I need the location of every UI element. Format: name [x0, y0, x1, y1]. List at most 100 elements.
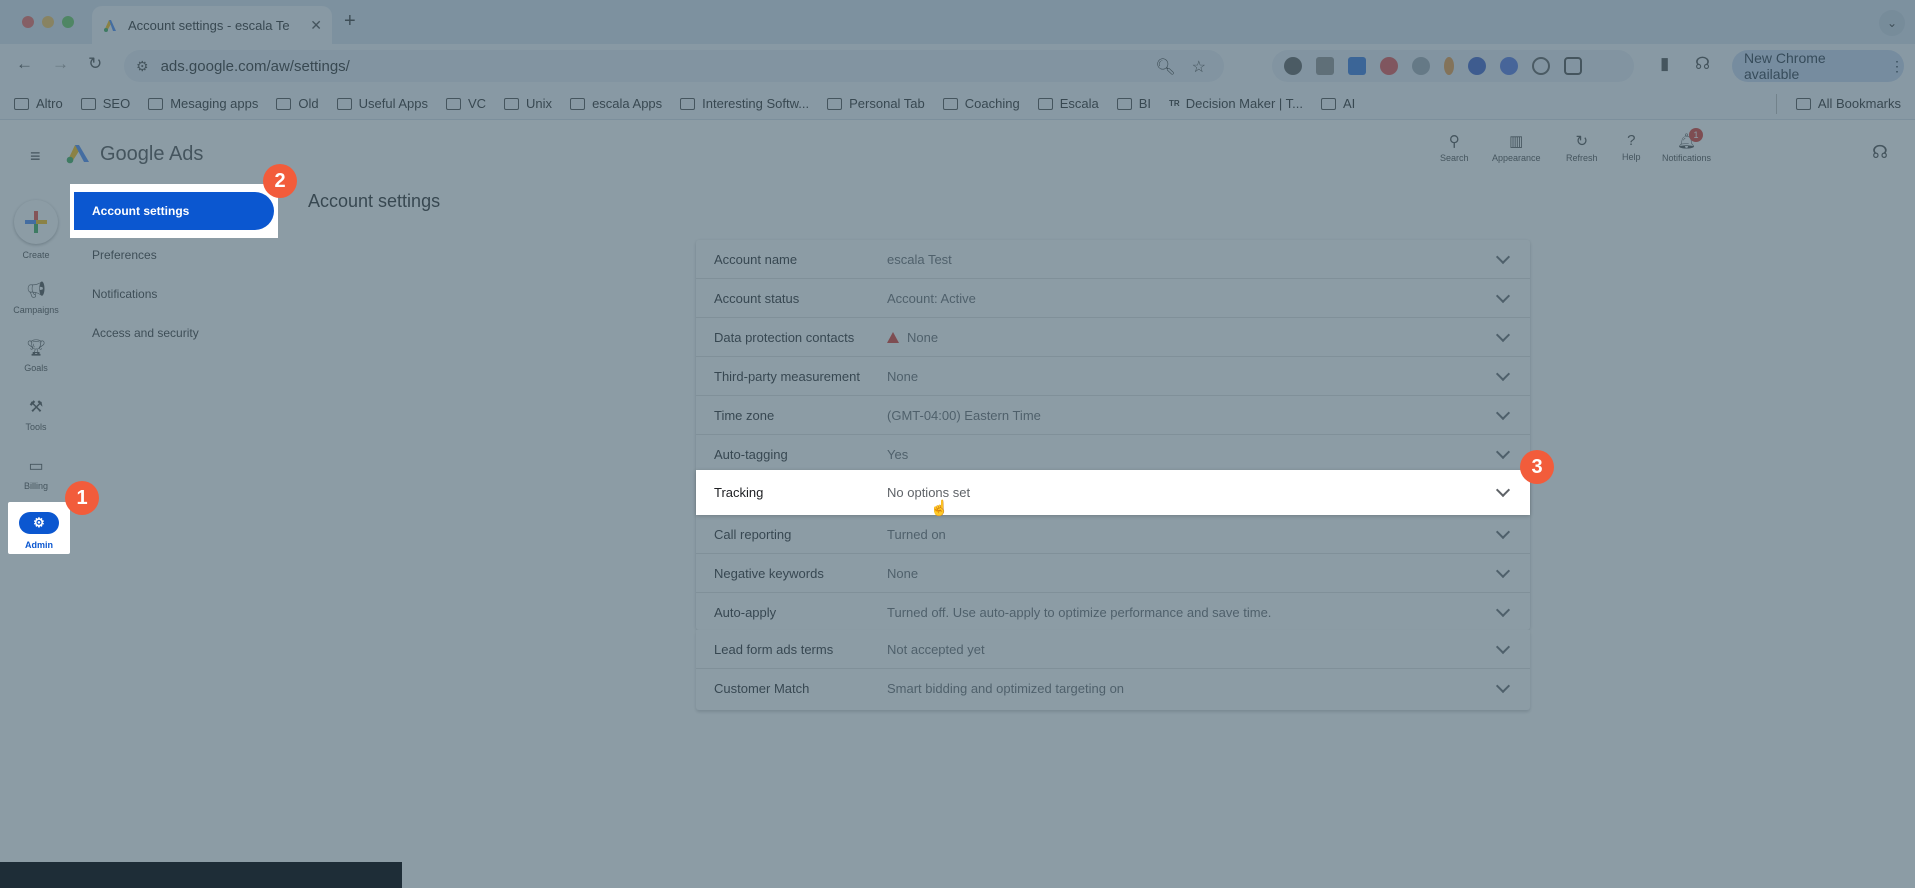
appearance-icon: ▥: [1509, 133, 1524, 150]
close-tab-icon[interactable]: ✕: [310, 17, 322, 34]
bookmark-coaching[interactable]: Coaching: [942, 96, 1020, 111]
more-menu-icon[interactable]: ⋮: [1890, 58, 1904, 75]
browser-tab[interactable]: Account settings - escala Te ✕: [92, 6, 332, 44]
chevron-down-icon: [1495, 249, 1511, 265]
setting-label: Tracking: [714, 485, 764, 500]
appearance-button[interactable]: ▥ Appearance: [1492, 132, 1541, 163]
reload-icon[interactable]: ↻: [88, 54, 102, 74]
setting-row-customer-match[interactable]: Customer Match Smart bidding and optimize…: [696, 669, 1530, 708]
bookmark-escala-apps[interactable]: escala Apps: [570, 96, 662, 111]
setting-row-lead-form-ads-terms[interactable]: Lead form ads terms Not accepted yet: [696, 630, 1530, 669]
back-icon[interactable]: ←: [16, 54, 33, 74]
extensions-puzzle-icon[interactable]: [1564, 57, 1582, 75]
bookmark-interesting-software[interactable]: Interesting Softw...: [680, 96, 809, 111]
app-name: Google Ads: [100, 143, 204, 165]
step-marker-1: 1: [65, 481, 99, 515]
subnav-access-and-security[interactable]: Access and security: [92, 326, 199, 340]
extension-3-icon[interactable]: [1348, 57, 1366, 75]
tab-search-icon[interactable]: ⌄: [1879, 10, 1905, 36]
warning-icon: [887, 331, 899, 343]
bookmark-decision-maker[interactable]: TR Decision Maker | T...: [1169, 96, 1303, 111]
subnav-notifications[interactable]: Notifications: [92, 287, 157, 301]
bookmark-unix[interactable]: Unix: [504, 96, 552, 111]
rail-campaigns[interactable]: 📢︎ Campaigns: [0, 280, 72, 315]
setting-label: Data protection contacts: [714, 329, 855, 345]
bookmark-label: Interesting Softw...: [702, 96, 810, 111]
bookmark-old[interactable]: Old: [276, 96, 319, 111]
extension-8-icon[interactable]: [1500, 57, 1518, 75]
extension-4-icon[interactable]: [1380, 57, 1398, 75]
plus-icon: [25, 211, 47, 233]
tab-title: Account settings - escala Te: [128, 17, 290, 33]
new-chrome-available-button[interactable]: New Chrome available ⋮: [1732, 50, 1904, 82]
all-bookmarks-label: All Bookmarks: [1817, 96, 1901, 111]
google-ads-page: ≡ Google Ads ⚲ Search ▥ Appearance ↻ Ref…: [0, 120, 1915, 888]
extension-9-icon[interactable]: [1532, 57, 1550, 75]
setting-row-third-party-measurement[interactable]: Third-party measurement None: [696, 357, 1530, 396]
setting-label: Negative keywords: [714, 565, 824, 581]
setting-row-negative-keywords[interactable]: Negative keywords None: [696, 554, 1530, 593]
site-info-icon[interactable]: ⚙: [136, 58, 149, 75]
profile-icon[interactable]: ☊: [1695, 54, 1710, 74]
minimize-window-icon[interactable]: [42, 16, 54, 28]
all-bookmarks-button[interactable]: All Bookmarks: [1795, 96, 1901, 111]
folder-icon: [336, 97, 352, 110]
new-tab-button[interactable]: +: [344, 10, 356, 33]
bookmark-ai[interactable]: AI: [1321, 96, 1355, 111]
bookmark-altro[interactable]: Altro: [14, 96, 63, 111]
extension-7-icon[interactable]: [1468, 57, 1486, 75]
setting-row-data-protection-contacts[interactable]: Data protection contacts None: [696, 318, 1530, 357]
bookmark-useful-apps[interactable]: Useful Apps: [336, 96, 428, 111]
folder-icon: [1037, 97, 1053, 110]
bookmark-bi[interactable]: BI: [1116, 96, 1151, 111]
rail-goals[interactable]: 🏆︎ Goals: [0, 338, 72, 373]
create-plus-icon[interactable]: [14, 200, 58, 244]
refresh-button[interactable]: ↻ Refresh: [1566, 132, 1598, 163]
setting-row-call-reporting[interactable]: Call reporting Turned on: [696, 515, 1530, 554]
setting-row-tracking[interactable]: Tracking No options set: [696, 470, 1530, 515]
help-button[interactable]: ? Help: [1622, 132, 1641, 162]
bookmark-messaging-apps[interactable]: Mesaging apps: [148, 96, 258, 111]
setting-value: Smart bidding and optimized targeting on: [887, 681, 1125, 696]
notifications-button[interactable]: 🔔︎ 1 Notifications: [1662, 128, 1711, 163]
bookmark-personal-tab[interactable]: Personal Tab: [827, 96, 925, 111]
bookmark-star-icon[interactable]: ☆: [1192, 57, 1206, 77]
rail-billing[interactable]: ▭ Billing: [0, 456, 72, 491]
google-ads-logo-icon: [66, 145, 89, 164]
extension-6-icon[interactable]: [1444, 57, 1454, 75]
extension-1-icon[interactable]: [1284, 57, 1302, 75]
folder-icon: [445, 97, 461, 110]
extension-2-icon[interactable]: [1316, 57, 1334, 75]
setting-row-account-name[interactable]: Account name escala Test: [696, 240, 1530, 279]
setting-value: Turned on: [887, 526, 946, 542]
url-text: ads.google.com/aw/settings/: [160, 57, 350, 75]
bookmark-label: Mesaging apps: [170, 96, 259, 111]
forward-icon[interactable]: →: [52, 54, 69, 74]
rail-create[interactable]: Create: [0, 200, 72, 260]
address-bar[interactable]: ⚙ ads.google.com/aw/settings/ 🔍︎ ☆: [124, 50, 1224, 82]
extension-5-icon[interactable]: [1412, 57, 1430, 75]
rail-goals-label: Goals: [24, 363, 48, 373]
rail-admin[interactable]: ⚙ Admin: [8, 502, 70, 554]
close-window-icon[interactable]: [22, 16, 34, 28]
rail-tools[interactable]: ⚒ Tools: [0, 397, 72, 432]
setting-row-auto-apply[interactable]: Auto-apply Turned off. Use auto-apply to …: [696, 593, 1530, 632]
zoom-icon[interactable]: 🔍︎: [1155, 57, 1175, 77]
subnav-account-settings[interactable]: Account settings: [74, 192, 274, 230]
main-menu-icon[interactable]: ≡: [30, 146, 41, 167]
search-button[interactable]: ⚲ Search: [1440, 132, 1469, 163]
side-panel-icon[interactable]: ▮: [1660, 54, 1669, 74]
bookmark-seo[interactable]: SEO: [80, 96, 130, 111]
rail-admin-label: Admin: [25, 540, 53, 550]
bookmark-vc[interactable]: VC: [445, 96, 486, 111]
subnav-preferences[interactable]: Preferences: [92, 248, 157, 262]
setting-label: Third-party measurement: [714, 368, 860, 384]
search-label: Search: [1440, 153, 1469, 163]
setting-row-auto-tagging[interactable]: Auto-tagging Yes: [696, 435, 1530, 474]
setting-row-time-zone[interactable]: Time zone (GMT-04:00) Eastern Time: [696, 396, 1530, 435]
maximize-window-icon[interactable]: [62, 16, 74, 28]
account-avatar-icon[interactable]: ☊: [1872, 142, 1888, 163]
bookmark-escala[interactable]: Escala: [1037, 96, 1099, 111]
tools-icon: ⚒: [28, 399, 44, 416]
setting-row-account-status[interactable]: Account status Account: Active: [696, 279, 1530, 318]
